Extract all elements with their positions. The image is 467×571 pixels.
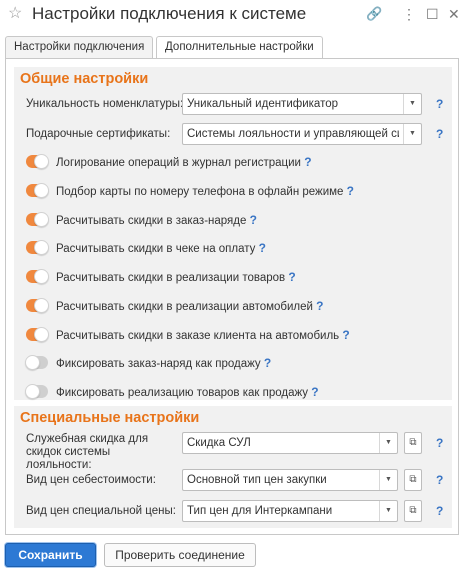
help-icon[interactable]: ?	[436, 473, 443, 487]
toggle-switch[interactable]	[26, 327, 49, 342]
uniqueness-value: Уникальный идентификатор	[187, 98, 338, 110]
help-icon[interactable]: ?	[264, 356, 271, 370]
chevron-down-icon[interactable]: ▼	[379, 433, 397, 453]
open-icon[interactable]: ⧉	[404, 500, 422, 522]
help-icon[interactable]: ?	[311, 385, 318, 399]
chevron-down-icon[interactable]: ▼	[403, 94, 421, 114]
uniqueness-label: Уникальность номенклатуры:	[26, 98, 184, 110]
toggle-switch[interactable]	[26, 183, 49, 198]
service-discount-select[interactable]: Скидка СУЛ ▼	[182, 432, 398, 454]
general-settings-group: Общие настройки Уникальность номенклатур…	[14, 67, 452, 400]
open-icon[interactable]: ⧉	[404, 469, 422, 491]
close-icon[interactable]: ✕	[448, 6, 460, 22]
tab-panel: Общие настройки Уникальность номенклатур…	[5, 58, 459, 535]
more-icon[interactable]: ⋮	[402, 6, 416, 22]
toggle-label: Фиксировать реализацию товаров как прода…	[56, 385, 319, 399]
chevron-down-icon[interactable]: ▼	[379, 470, 397, 490]
help-icon[interactable]: ?	[304, 155, 311, 169]
help-icon[interactable]: ?	[288, 270, 295, 284]
star-icon[interactable]: ☆	[8, 5, 22, 23]
service-discount-value: Скидка СУЛ	[187, 437, 251, 449]
toggle-label: Логирование операций в журнал регистраци…	[56, 155, 312, 169]
special-settings-group: Специальные настройки Служебная скидка д…	[14, 406, 452, 528]
toggle-switch[interactable]	[26, 154, 49, 169]
maximize-icon[interactable]: ☐	[426, 6, 439, 22]
toggle-label: Расчитывать скидки в чеке на оплату ?	[56, 241, 266, 255]
toggle-label: Подбор карты по номеру телефона в офлайн…	[56, 184, 354, 198]
toggle-switch[interactable]	[26, 240, 49, 255]
special-price-type-label: Вид цен специальной цены:	[26, 505, 176, 517]
toggle-label: Расчитывать скидки в реализации автомоби…	[56, 299, 324, 313]
gift-cards-value: Системы лояльности и управляющей сис	[187, 128, 399, 140]
link-icon[interactable]: 🔗	[366, 6, 382, 22]
toggle-switch[interactable]	[26, 298, 49, 313]
special-price-type-select[interactable]: Тип цен для Интеркампани ▼	[182, 500, 398, 522]
tab-connection-settings[interactable]: Настройки подключения	[5, 36, 154, 58]
help-icon[interactable]: ?	[436, 97, 443, 111]
chevron-down-icon[interactable]: ▼	[403, 124, 421, 144]
help-icon[interactable]: ?	[347, 184, 354, 198]
chevron-down-icon[interactable]: ▼	[379, 501, 397, 521]
toggle-label: Фиксировать заказ-наряд как продажу ?	[56, 356, 272, 370]
gift-cards-select[interactable]: Системы лояльности и управляющей сис ▼	[182, 123, 422, 145]
title-bar: ☆ Настройки подключения к системе 🔗 ⋮ ☐ …	[0, 0, 467, 30]
check-connection-button[interactable]: Проверить соединение	[104, 543, 256, 567]
cost-price-type-select[interactable]: Основной тип цен закупки ▼	[182, 469, 398, 491]
toggle-switch[interactable]	[26, 269, 49, 284]
gift-cards-label: Подарочные сертификаты:	[26, 128, 171, 140]
special-price-type-value: Тип цен для Интеркампани	[187, 505, 333, 517]
help-icon[interactable]: ?	[436, 504, 443, 518]
toggle-switch[interactable]	[26, 212, 49, 227]
toggle-label: Расчитывать скидки в заказе клиента на а…	[56, 328, 350, 342]
help-icon[interactable]: ?	[342, 328, 349, 342]
cost-price-type-label: Вид цен себестоимости:	[26, 474, 156, 486]
toggle-switch[interactable]	[25, 384, 48, 399]
special-settings-title: Специальные настройки	[20, 410, 200, 426]
help-icon[interactable]: ?	[436, 127, 443, 141]
uniqueness-select[interactable]: Уникальный идентификатор ▼	[182, 93, 422, 115]
service-discount-label: Служебная скидка для скидок системы лоял…	[26, 433, 149, 471]
help-icon[interactable]: ?	[259, 241, 266, 255]
save-button[interactable]: Сохранить	[5, 543, 96, 567]
help-icon[interactable]: ?	[316, 299, 323, 313]
window-title: Настройки подключения к системе	[32, 4, 307, 23]
toggle-label: Расчитывать скидки в заказ-наряде ?	[56, 213, 257, 227]
general-settings-title: Общие настройки	[20, 71, 149, 87]
tab-additional-settings[interactable]: Дополнительные настройки	[156, 36, 323, 59]
help-icon[interactable]: ?	[250, 213, 257, 227]
open-icon[interactable]: ⧉	[404, 432, 422, 454]
help-icon[interactable]: ?	[436, 436, 443, 450]
toggle-switch[interactable]	[25, 355, 48, 370]
cost-price-type-value: Основной тип цен закупки	[187, 474, 327, 486]
toggle-label: Расчитывать скидки в реализации товаров …	[56, 270, 296, 284]
